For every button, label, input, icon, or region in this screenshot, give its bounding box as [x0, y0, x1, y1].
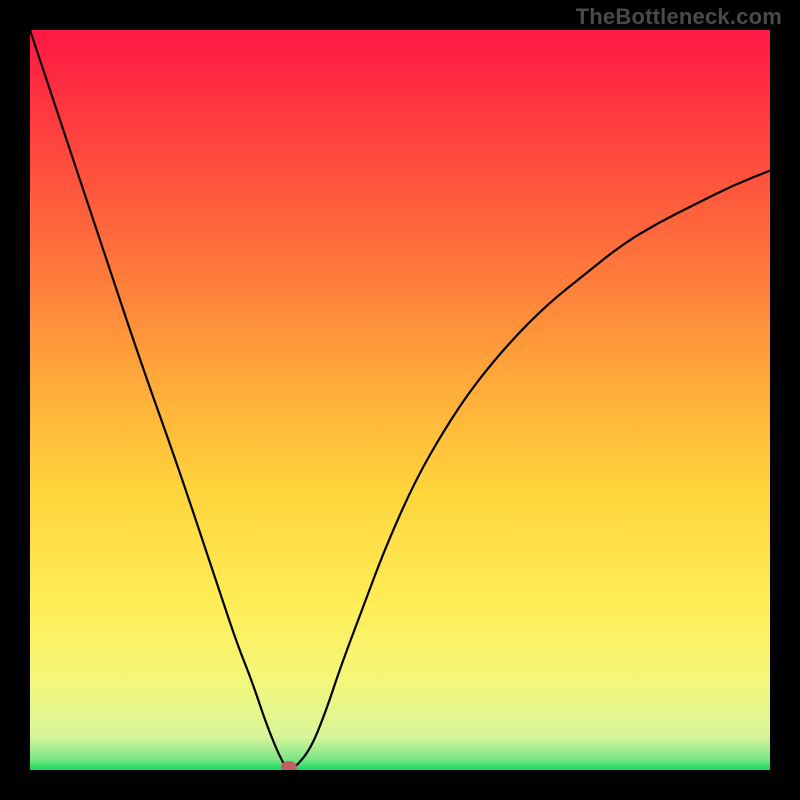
chart-frame: TheBottleneck.com	[0, 0, 800, 800]
gradient-background	[30, 30, 770, 770]
plot-area	[30, 30, 770, 770]
plot-svg	[30, 30, 770, 770]
watermark-text: TheBottleneck.com	[576, 4, 782, 30]
